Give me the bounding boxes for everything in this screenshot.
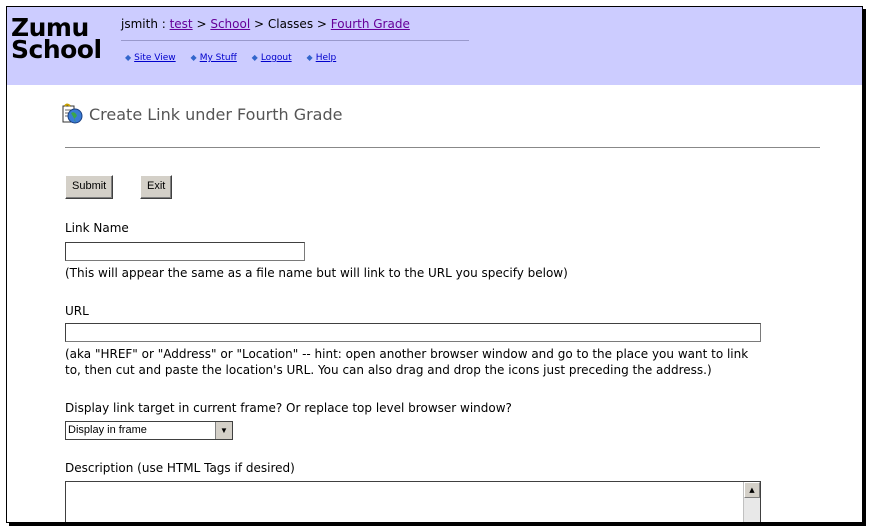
breadcrumb-classes: Classes (267, 17, 314, 31)
breadcrumb-separator: > (192, 17, 211, 31)
url-hint-line-2: to, then cut and paste the location's UR… (65, 363, 712, 377)
url-input[interactable] (65, 323, 761, 342)
url-hint-line-1: (aka "HREF" or "Address" or "Location" -… (65, 347, 749, 361)
diamond-bullet-icon: ◆ (190, 53, 197, 62)
nav-my-stuff-link[interactable]: My Stuff (200, 53, 237, 63)
header-bar: Zumu School jsmith : test > School > Cla… (7, 7, 862, 85)
target-select-value: Display in frame (68, 424, 147, 436)
diamond-bullet-icon: ◆ (251, 53, 258, 62)
breadcrumb-separator: : (157, 17, 170, 31)
nav-logout-link[interactable]: Logout (261, 53, 292, 63)
textarea-scrollbar[interactable]: ▲ (743, 482, 760, 522)
nav-help-link[interactable]: Help (316, 53, 337, 63)
link-globe-icon (62, 103, 83, 124)
breadcrumb-link-fourth-grade[interactable]: Fourth Grade (331, 17, 410, 31)
breadcrumb-link-school[interactable]: School (210, 17, 250, 31)
link-name-hint: (This will appear the same as a file nam… (65, 266, 568, 280)
breadcrumb-separator: > (313, 17, 331, 31)
description-textarea[interactable]: ▲ (65, 481, 761, 522)
breadcrumb-link-test[interactable]: test (170, 17, 193, 31)
page-title-row: Create Link under Fourth Grade (61, 103, 342, 125)
diamond-bullet-icon: ◆ (306, 53, 313, 62)
diamond-bullet-icon: ◆ (125, 53, 132, 62)
browser-frame: Zumu School jsmith : test > School > Cla… (6, 6, 863, 523)
target-label: Display link target in current frame? Or… (65, 401, 512, 415)
dropdown-arrow-icon[interactable]: ▼ (215, 422, 232, 439)
target-select[interactable]: Display in frame ▼ (65, 421, 233, 440)
exit-button[interactable]: Exit (140, 175, 173, 199)
title-divider (65, 147, 820, 148)
breadcrumb: jsmith : test > School > Classes > Fourt… (121, 17, 410, 31)
breadcrumb-separator: > (250, 17, 268, 31)
breadcrumb-divider (121, 40, 469, 41)
page-title: Create Link under Fourth Grade (89, 104, 343, 124)
nav-site-view-link[interactable]: Site View (134, 53, 176, 63)
scroll-up-arrow-icon[interactable]: ▲ (744, 482, 760, 498)
link-name-label: Link Name (65, 221, 129, 235)
nav-links: ◆ Site View ◆ My Stuff ◆ Logout ◆ Help (125, 53, 348, 63)
breadcrumb-user: jsmith (121, 17, 158, 31)
link-name-input[interactable] (65, 242, 305, 261)
logo[interactable]: Zumu School (11, 15, 102, 64)
logo-line-2: School (11, 35, 102, 64)
url-label: URL (65, 304, 89, 318)
submit-button[interactable]: Submit (65, 175, 114, 199)
description-label: Description (use HTML Tags if desired) (65, 461, 295, 475)
